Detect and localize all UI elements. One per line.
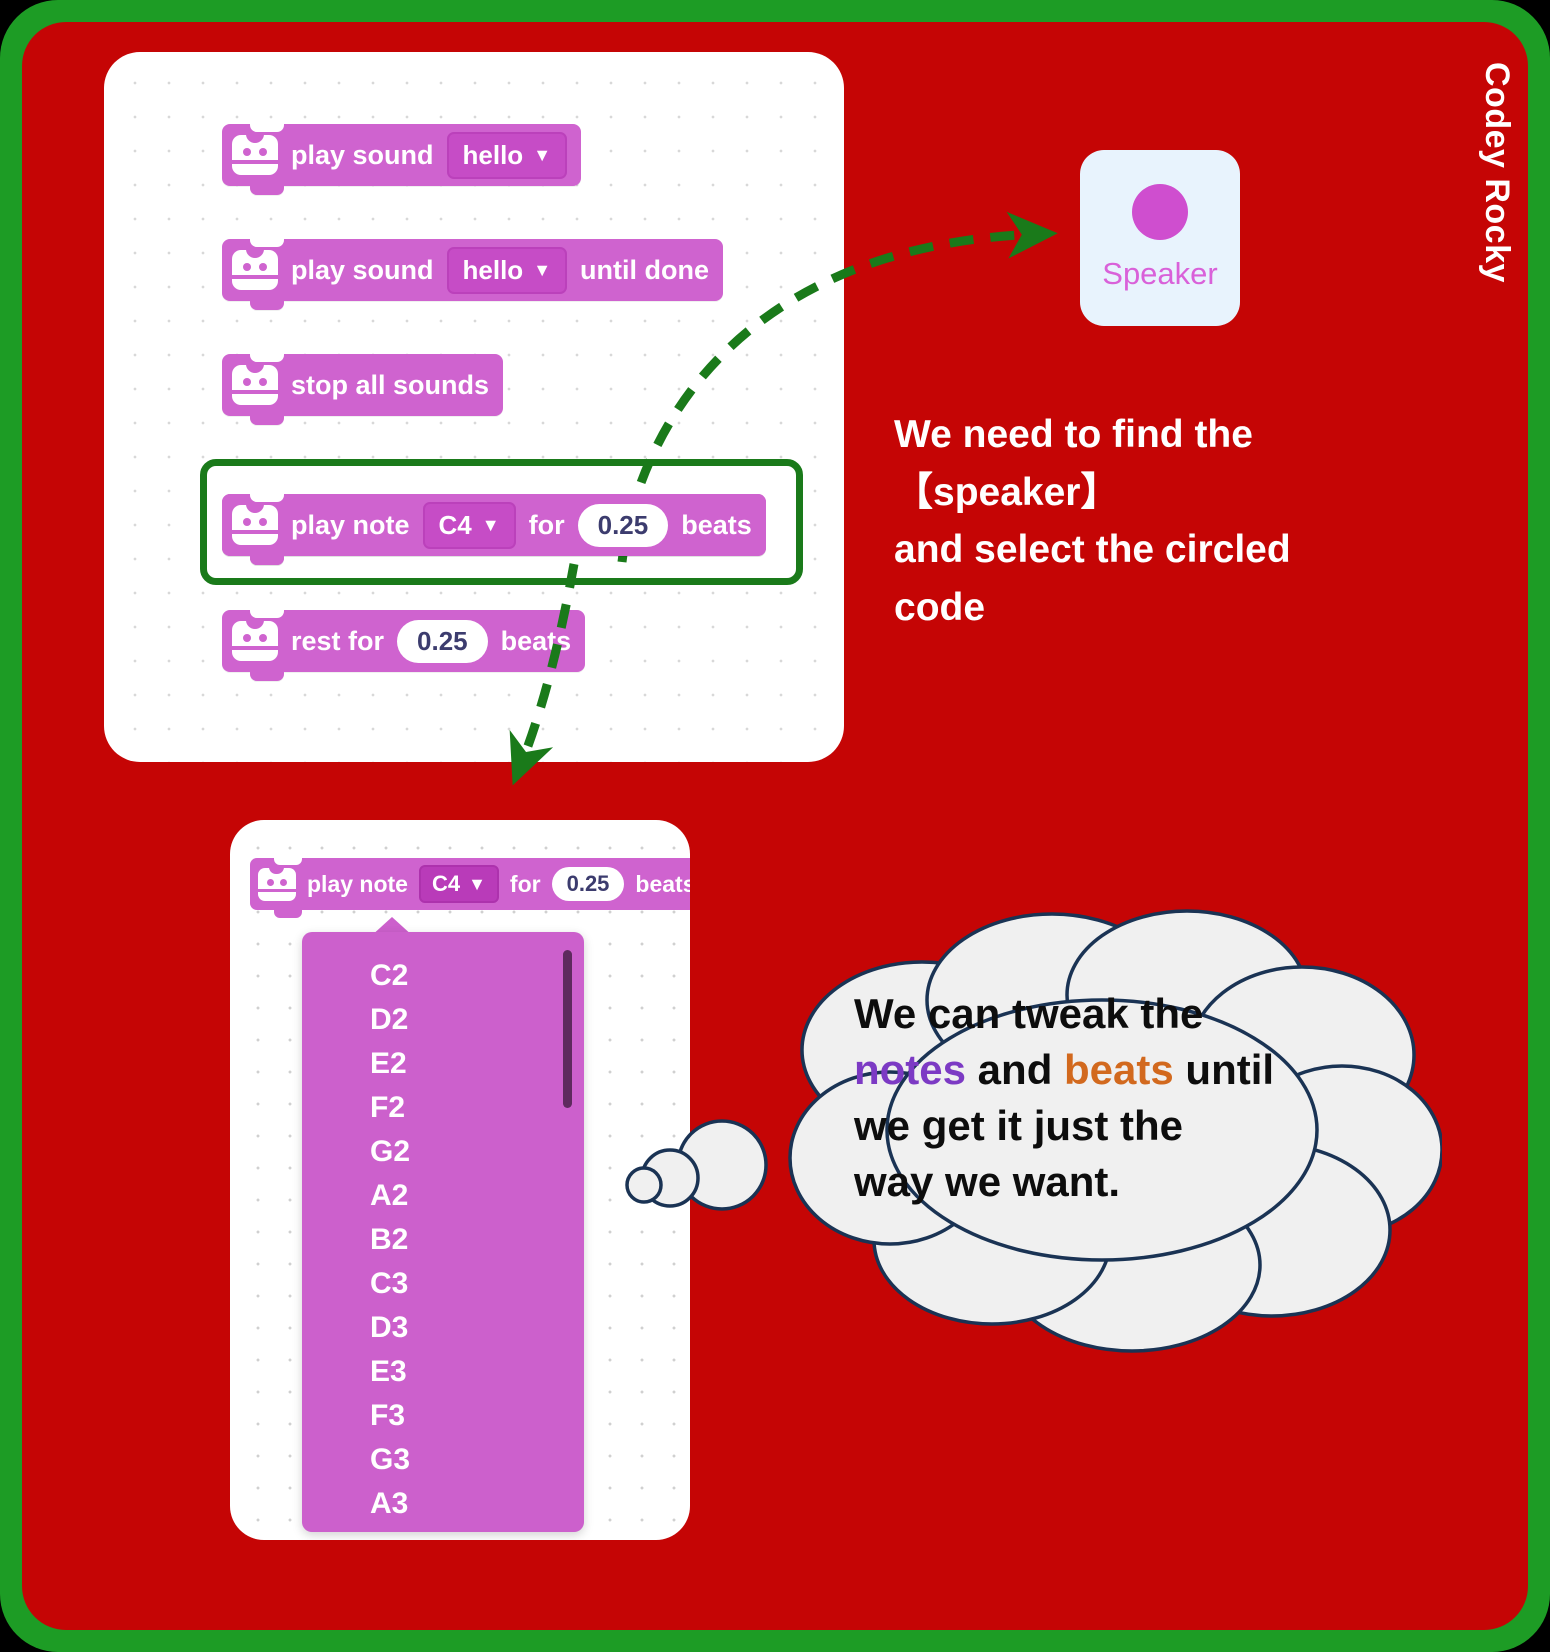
chevron-down-icon: ▼: [533, 145, 552, 165]
instruction-text: We need to find the 【speaker】 and select…: [894, 413, 1291, 630]
block-label: play sound: [291, 139, 434, 170]
block-stop-all-sounds[interactable]: stop all sounds: [222, 353, 504, 425]
speaker-card[interactable]: Speaker: [1080, 150, 1240, 326]
bubble-word-notes: notes: [854, 1045, 967, 1093]
dropdown-option[interactable]: G3: [302, 1438, 584, 1482]
bubble-word-until: until: [1173, 1045, 1275, 1093]
block-label-suffix: until done: [580, 254, 709, 285]
block-label-for: for: [509, 870, 541, 897]
outer-green-frame: Codey Rocky play sound hello ▼ play soun…: [0, 0, 1550, 1652]
beats-number-field[interactable]: 0.25: [397, 619, 488, 663]
brand-label-codey-rocky: Codey Rocky: [1478, 62, 1516, 283]
block-label-beats: beats: [500, 625, 572, 656]
block-label: play sound: [291, 254, 434, 285]
block-label: rest for: [291, 625, 385, 656]
codey-face-icon: [232, 134, 278, 175]
code-blocks-panel: play sound hello ▼ play sound hello ▼ un…: [104, 52, 844, 762]
codey-face-icon: [258, 866, 296, 901]
dropdown-option[interactable]: F2: [302, 1086, 584, 1130]
red-canvas: Codey Rocky play sound hello ▼ play soun…: [22, 22, 1528, 1630]
thought-bubble: We can tweak the notes and beats until w…: [622, 890, 1444, 1370]
sound-dropdown-field[interactable]: hello ▼: [446, 131, 568, 179]
dropdown-option[interactable]: C3: [302, 1262, 584, 1306]
note-dropdown-list[interactable]: C2 D2 E2 F2 G2 A2 B2 C3 D3 E3 F3 G3 A3: [302, 932, 584, 1532]
sound-dropdown-field[interactable]: hello ▼: [446, 246, 568, 294]
block-label: play note: [291, 509, 410, 540]
bubble-line-3: we get it just the: [854, 1101, 1184, 1149]
dropdown-option[interactable]: D2: [302, 998, 584, 1042]
beats-number-field[interactable]: 0.25: [551, 867, 625, 901]
note-dropdown-field[interactable]: C4 ▼: [422, 501, 516, 549]
dropdown-option[interactable]: C2: [302, 954, 584, 998]
block-label: stop all sounds: [291, 369, 490, 400]
block-play-sound-until-done[interactable]: play sound hello ▼ until done: [222, 238, 723, 310]
codey-face-icon: [232, 249, 278, 290]
block-play-note-highlighted[interactable]: play note C4 ▼ for 0.25 beats: [222, 493, 766, 565]
block-label: play note: [307, 870, 408, 897]
block-label-beats: beats: [681, 509, 752, 540]
bubble-word-and: and: [966, 1045, 1065, 1093]
dropdown-option[interactable]: F3: [302, 1394, 584, 1438]
dropdown-value: hello: [462, 139, 524, 170]
dropdown-option[interactable]: A3: [302, 1482, 584, 1526]
dropdown-option[interactable]: B2: [302, 1218, 584, 1262]
dropdown-option[interactable]: D3: [302, 1306, 584, 1350]
screenshot-root: Codey Rocky play sound hello ▼ play soun…: [0, 0, 1550, 1652]
block-label-for: for: [528, 509, 565, 540]
dropdown-value: hello: [462, 254, 524, 285]
chevron-down-icon: ▼: [533, 260, 552, 280]
dropdown-demo-panel: play note C4 ▼ for 0.25 beats C2 D2 E2 F…: [230, 820, 690, 1540]
speaker-dot-icon: [1132, 184, 1188, 240]
block-play-sound[interactable]: play sound hello ▼: [222, 123, 582, 195]
beats-number-field[interactable]: 0.25: [577, 503, 669, 547]
dropdown-option[interactable]: E3: [302, 1350, 584, 1394]
codey-face-icon: [232, 504, 278, 545]
codey-face-icon: [232, 620, 278, 661]
bubble-line-4: way we want.: [854, 1157, 1121, 1205]
dropdown-scrollbar[interactable]: [563, 950, 572, 1108]
dropdown-value: C4: [438, 509, 472, 540]
note-dropdown-field-open[interactable]: C4 ▼: [418, 865, 499, 903]
bubble-line-1: We can tweak the: [854, 990, 1204, 1037]
dropdown-value: C4: [431, 871, 461, 896]
chevron-down-icon: ▼: [468, 874, 486, 894]
codey-face-icon: [232, 364, 278, 405]
bubble-word-beats: beats: [1064, 1045, 1174, 1093]
speaker-card-label: Speaker: [1102, 256, 1218, 291]
thought-bubble-text: We can tweak the notes and beats until w…: [854, 986, 1384, 1209]
block-rest-for[interactable]: rest for 0.25 beats: [222, 609, 586, 681]
dropdown-option[interactable]: A2: [302, 1174, 584, 1218]
dropdown-option[interactable]: G2: [302, 1130, 584, 1174]
dropdown-option[interactable]: E2: [302, 1042, 584, 1086]
chevron-down-icon: ▼: [481, 515, 500, 535]
